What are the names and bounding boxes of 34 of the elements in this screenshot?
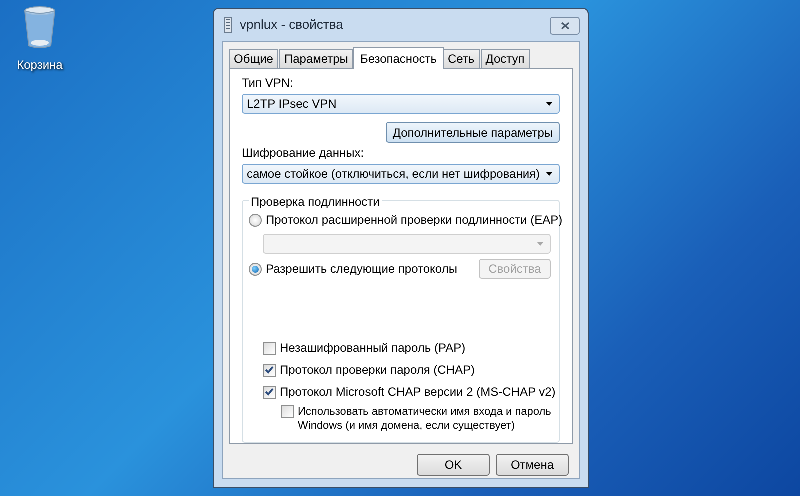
close-button[interactable] [550,17,580,35]
checkmark-icon [265,366,274,374]
dropdown-arrow-icon [537,242,544,246]
advanced-settings-button[interactable]: Дополнительные параметры [386,122,560,143]
checkbox-label: Протокол Microsoft CHAP версии 2 (MS-CHAP v2) [280,384,556,401]
checkbox-label: Протокол проверки пароля (CHAP) [280,362,476,379]
checkbox[interactable] [263,342,276,354]
tab[interactable]: Сеть [442,49,480,68]
checkbox[interactable] [281,405,294,418]
dropdown-arrow-icon [546,172,553,176]
dropdown-arrow-icon [546,102,553,106]
radio-label: Протокол расширенной проверки подлинности (EAP) [266,212,563,229]
vpn-type-dropdown[interactable]: L2TP IPsec VPN [242,94,560,114]
radio-button[interactable] [249,262,262,276]
checkbox[interactable] [263,386,276,398]
radio-button[interactable] [249,214,262,226]
checkbox-label: Использовать автоматически имя входа и пароль Windows (и имя домена, если существует) [298,405,552,433]
tab[interactable]: Доступ [480,49,530,68]
checkbox[interactable] [263,364,276,376]
radio-label: Разрешить следующие протоколы [266,261,458,278]
checkmark-icon [265,388,274,396]
field-label: Тип VPN: [242,75,294,92]
field-label: Шифрование данных: [242,145,366,162]
tab[interactable]: Параметры [279,49,354,68]
checkbox-label: Незашифрованный пароль (PAP) [280,340,466,357]
trash-bin-icon[interactable] [23,6,57,50]
tab[interactable]: Общие [229,49,278,68]
close-icon [560,22,570,30]
tab[interactable]: Безопасность [353,47,444,69]
window-title: vpnlux - свойства [240,16,344,34]
encryption-dropdown[interactable]: самое стойкое (отключиться, если нет шифрования) [242,164,560,184]
dialog-button[interactable]: OK [417,454,490,476]
desktop-icon-label[interactable]: Корзина [17,56,63,74]
dialog-button[interactable]: Отмена [496,454,569,476]
